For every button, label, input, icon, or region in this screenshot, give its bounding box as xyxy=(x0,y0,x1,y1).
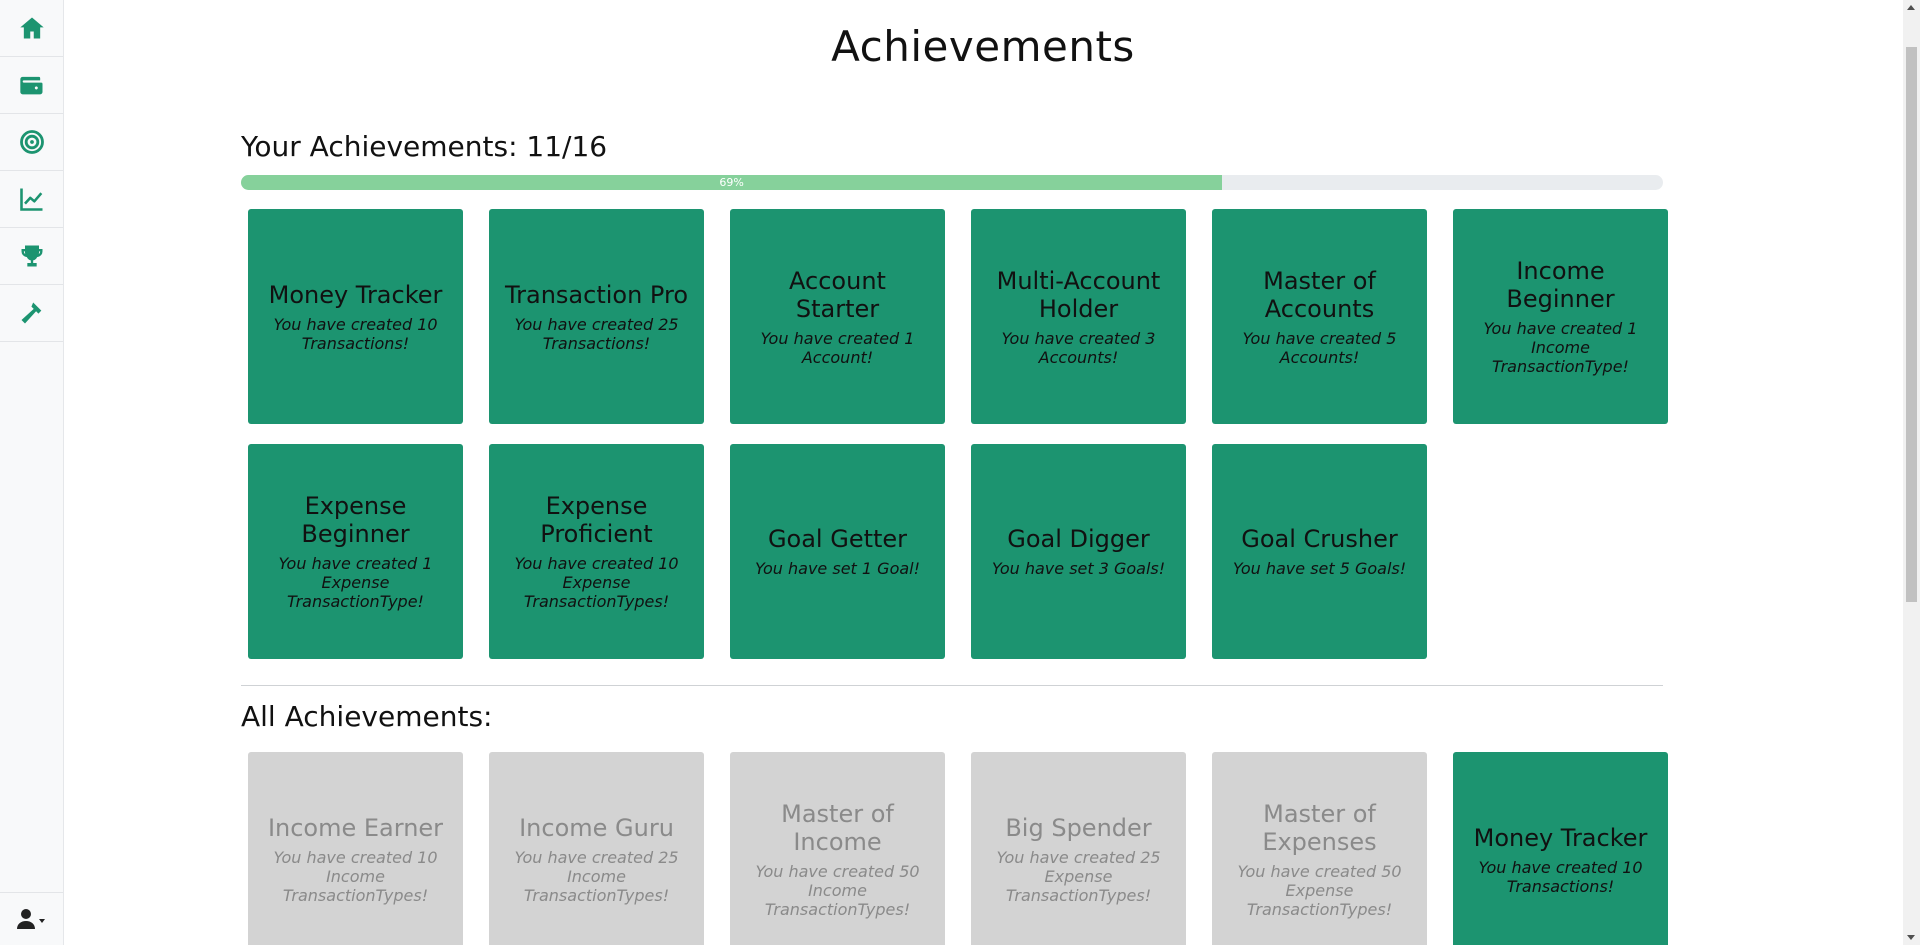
achievement-card: Master of Accounts You have created 5 Acc… xyxy=(1212,209,1427,424)
achievement-card: Goal Digger You have set 3 Goals! xyxy=(971,444,1186,659)
achievement-card: Big Spender You have created 25 Expense T… xyxy=(971,752,1186,945)
achievement-description: You have created 3 Accounts! xyxy=(1001,328,1156,367)
all-achievements-title: All Achievements: xyxy=(241,700,493,733)
achievement-card: Master of Expenses You have created 50 Ex… xyxy=(1212,752,1427,945)
achievement-card: Account Starter You have created 1 Accoun… xyxy=(730,209,945,424)
achievement-description: You have set 3 Goals! xyxy=(991,559,1166,578)
achievement-description: You have created 25 Transactions! xyxy=(514,314,679,353)
achievement-title: Transaction Pro xyxy=(505,280,688,309)
scroll-thumb[interactable] xyxy=(1906,47,1917,602)
progress-fill: 69% xyxy=(241,175,1223,190)
your-achievements-grid: Money Tracker You have created 10 Transac… xyxy=(248,209,1690,659)
achievement-title: Expense Proficient xyxy=(540,492,653,548)
home-icon xyxy=(19,17,44,39)
achievement-card: Goal Crusher You have set 5 Goals! xyxy=(1212,444,1427,659)
achievement-card: Income Guru You have created 25 Income Tr… xyxy=(489,752,704,945)
achievement-card: Goal Getter You have set 1 Goal! xyxy=(730,444,945,659)
achievement-progress-bar: 69% xyxy=(241,175,1663,190)
achievement-description: You have set 5 Goals! xyxy=(1232,559,1407,578)
achievement-title: Goal Digger xyxy=(1007,525,1150,553)
achievement-card: Income Earner You have created 10 Income … xyxy=(248,752,463,945)
user-icon xyxy=(16,909,45,929)
achievement-description: You have created 25 Expense TransactionT… xyxy=(996,848,1161,905)
sidebar-item-wallet[interactable] xyxy=(0,57,63,114)
achievement-title: Money Tracker xyxy=(268,280,443,309)
achievement-description: You have created 50 Income TransactionTy… xyxy=(755,862,920,919)
divider xyxy=(241,685,1663,686)
sidebar-item-home[interactable] xyxy=(0,0,63,57)
achievement-description: You have created 10 Expense TransactionT… xyxy=(514,554,679,611)
sidebar-item-tools[interactable] xyxy=(0,285,63,342)
page-title: Achievements xyxy=(831,22,1135,71)
achievement-description: You have created 50 Expense TransactionT… xyxy=(1237,862,1402,919)
scroll-up-arrow[interactable] xyxy=(1907,5,1915,10)
all-achievements-grid: Income Earner You have created 10 Income … xyxy=(248,752,1690,945)
achievement-description: You have created 1 Income TransactionTyp… xyxy=(1483,319,1638,376)
sidebar-item-achievements[interactable] xyxy=(0,228,63,285)
achievement-title: Goal Getter xyxy=(767,525,908,553)
achievement-title: Goal Crusher xyxy=(1241,525,1398,553)
main-content: Achievements Your Achievements: 11/16 69… xyxy=(63,0,1903,945)
achievement-card: Income Beginner You have created 1 Income… xyxy=(1453,209,1668,424)
achievement-description: You have created 25 Income TransactionTy… xyxy=(514,848,679,905)
achievement-title: Income Guru xyxy=(519,814,674,842)
your-achievements-title: Your Achievements: 11/16 xyxy=(241,130,608,163)
scroll-down-arrow[interactable] xyxy=(1907,935,1915,940)
hammer-icon xyxy=(21,302,41,324)
target-icon xyxy=(19,130,44,154)
user-menu[interactable] xyxy=(0,892,63,945)
achievement-description: You have created 10 Transactions! xyxy=(273,314,438,353)
achievement-description: You have created 10 Income TransactionTy… xyxy=(273,848,438,905)
vertical-scrollbar[interactable] xyxy=(1903,0,1920,945)
achievement-description: You have created 10 Transactions! xyxy=(1478,857,1643,896)
achievement-title: Multi-Account Holder xyxy=(996,266,1161,323)
achievement-title: Income Beginner xyxy=(1506,257,1615,313)
achievement-title: Expense Beginner xyxy=(301,492,410,548)
achievement-title: Master of Income xyxy=(781,800,894,856)
achievement-title: Account Starter xyxy=(789,266,886,323)
achievement-card: Expense Beginner You have created 1 Expen… xyxy=(248,444,463,659)
achievement-title: Master of Expenses xyxy=(1262,800,1377,856)
achievement-description: You have created 5 Accounts! xyxy=(1242,328,1397,367)
achievement-title: Income Earner xyxy=(267,814,444,842)
achievement-card: Transaction Pro You have created 25 Trans… xyxy=(489,209,704,424)
sidebar-item-statistics[interactable] xyxy=(0,171,63,228)
achievement-description: You have created 1 Account! xyxy=(760,328,915,367)
achievement-title: Money Tracker xyxy=(1473,823,1648,852)
achievement-card: Money Tracker You have created 10 Transac… xyxy=(248,209,463,424)
achievement-card: Money Tracker You have created 10 Transac… xyxy=(1453,752,1668,945)
achievement-card: Multi-Account Holder You have created 3 A… xyxy=(971,209,1186,424)
sidebar-item-goals[interactable] xyxy=(0,114,63,171)
wallet-icon xyxy=(19,76,42,95)
achievement-title: Master of Accounts xyxy=(1263,266,1376,323)
achievement-description: You have created 1 Expense TransactionTy… xyxy=(278,554,433,611)
achievement-card: Master of Income You have created 50 Inco… xyxy=(730,752,945,945)
sidebar xyxy=(0,0,64,945)
chart-line-icon xyxy=(19,188,42,211)
achievement-title: Big Spender xyxy=(1005,814,1152,842)
achievement-card: Expense Proficient You have created 10 Ex… xyxy=(489,444,704,659)
achievement-description: You have set 1 Goal! xyxy=(754,559,921,578)
trophy-icon xyxy=(20,245,43,267)
